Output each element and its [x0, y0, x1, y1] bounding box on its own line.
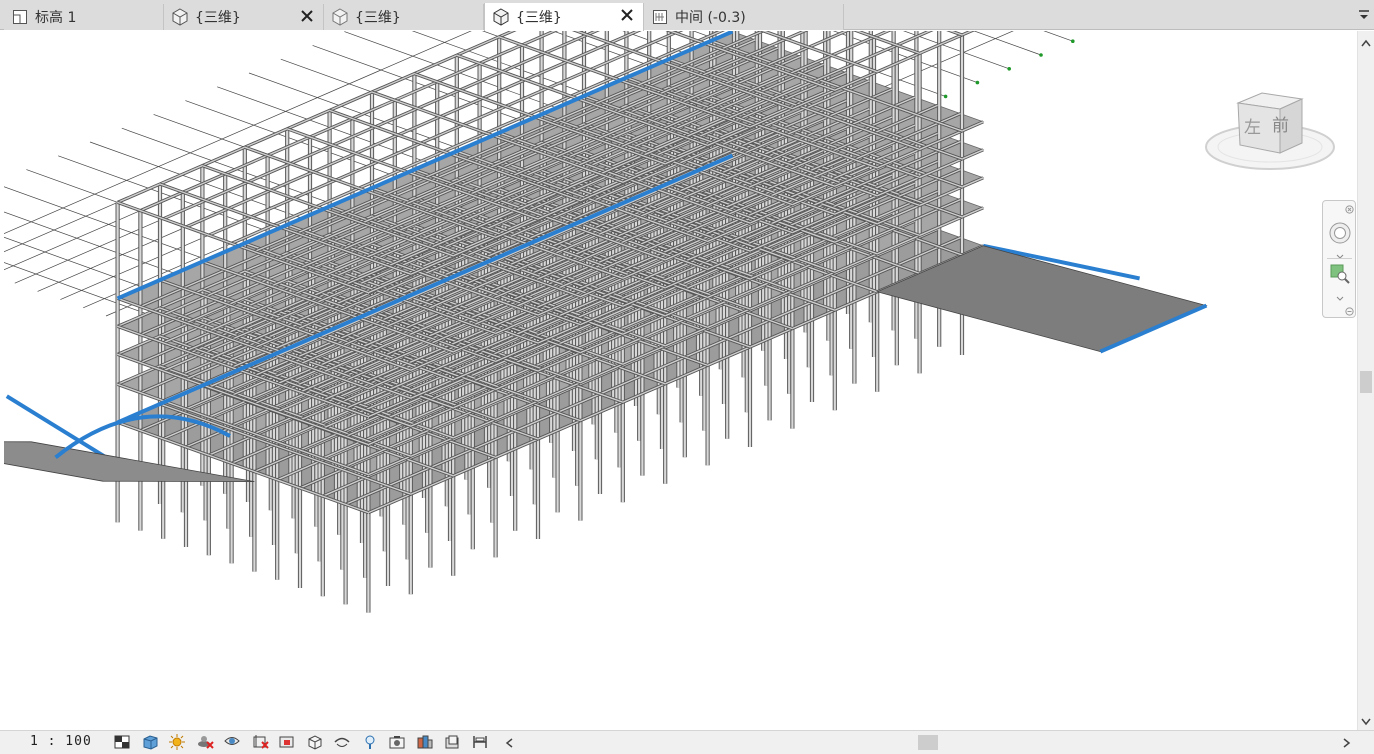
- grid-bubble: [1039, 53, 1043, 57]
- grid-bubble: [975, 80, 980, 85]
- navbar-divider: [1327, 258, 1352, 259]
- horizontal-scrollbar[interactable]: [500, 732, 1374, 753]
- show-crop-icon[interactable]: [277, 733, 297, 751]
- detail-level-icon[interactable]: [112, 733, 132, 751]
- tab-label: {三维}: [195, 10, 241, 26]
- scroll-left-icon[interactable]: [505, 737, 513, 752]
- tab-label: 中间 (-0.3): [675, 10, 746, 26]
- rendering-icon[interactable]: [222, 733, 242, 751]
- view-tab-bar: 标高 1 {三维} {三维} {三维} 中间 (-0.3): [0, 0, 1374, 31]
- tab-section-middle[interactable]: 中间 (-0.3): [644, 4, 844, 30]
- constraints-icon[interactable]: [470, 733, 490, 751]
- section-view-icon: [651, 8, 669, 26]
- crop-view-icon[interactable]: [250, 733, 270, 751]
- view-cube-left-face[interactable]: 左: [1244, 113, 1261, 138]
- 3d-view-icon: [331, 8, 349, 26]
- worksharing-display-icon[interactable]: [387, 733, 407, 751]
- horizontal-scroll-thumb[interactable]: [918, 735, 938, 750]
- visual-style-icon[interactable]: [140, 733, 160, 751]
- temporary-hide-icon[interactable]: [332, 733, 352, 751]
- tab-label: 标高 1: [35, 10, 77, 26]
- view-cube[interactable]: 左 前: [1200, 85, 1340, 175]
- navigation-bar: [1322, 200, 1356, 318]
- reveal-hidden-icon[interactable]: [360, 733, 380, 751]
- navbar-options-icon[interactable]: [1345, 305, 1354, 320]
- vertical-scroll-thumb[interactable]: [1360, 371, 1372, 393]
- 3d-view-canvas[interactable]: [4, 31, 1357, 730]
- highlight-displacement-icon[interactable]: [442, 733, 462, 751]
- grid-bubble: [943, 94, 948, 99]
- tab-label: {三维}: [516, 10, 562, 26]
- close-tab-icon[interactable]: [299, 8, 315, 24]
- close-tab-icon[interactable]: [619, 7, 635, 23]
- analytical-model-icon[interactable]: [415, 733, 435, 751]
- scroll-right-icon[interactable]: [1343, 737, 1351, 752]
- shadows-off-icon[interactable]: [195, 733, 215, 751]
- structural-model-drawing: [4, 31, 1208, 613]
- 3d-view-icon: [492, 8, 510, 26]
- tab-label: {三维}: [355, 10, 401, 26]
- wheel-dropdown-icon[interactable]: [1336, 249, 1344, 264]
- tab-3d-view-1[interactable]: {三维}: [164, 4, 324, 30]
- scroll-down-icon[interactable]: [1361, 715, 1371, 730]
- unlock-3d-icon[interactable]: [305, 733, 325, 751]
- tab-3d-view-2[interactable]: {三维}: [324, 4, 484, 30]
- close-navbar-icon[interactable]: [1345, 203, 1354, 218]
- floor-plan-icon: [11, 8, 29, 26]
- tab-floor-plan-level1[interactable]: 标高 1: [4, 4, 164, 30]
- vertical-scrollbar[interactable]: [1357, 31, 1374, 730]
- tab-3d-view-active[interactable]: {三维}: [484, 3, 644, 31]
- view-control-bar: 1 : 100: [0, 730, 1374, 754]
- view-scale[interactable]: 1 : 100: [30, 734, 92, 749]
- view-cube-front-face[interactable]: 前: [1272, 111, 1289, 136]
- zoom-dropdown-icon[interactable]: [1336, 291, 1344, 306]
- steering-wheel-icon[interactable]: [1328, 221, 1352, 249]
- sun-path-icon[interactable]: [167, 733, 187, 751]
- grid-bubble: [1071, 39, 1075, 43]
- tab-list-dropdown-icon[interactable]: [1358, 8, 1370, 22]
- scroll-up-icon[interactable]: [1361, 36, 1371, 51]
- zoom-region-icon[interactable]: [1330, 264, 1350, 288]
- 3d-view-icon: [171, 8, 189, 26]
- grid-bubble: [1007, 67, 1011, 71]
